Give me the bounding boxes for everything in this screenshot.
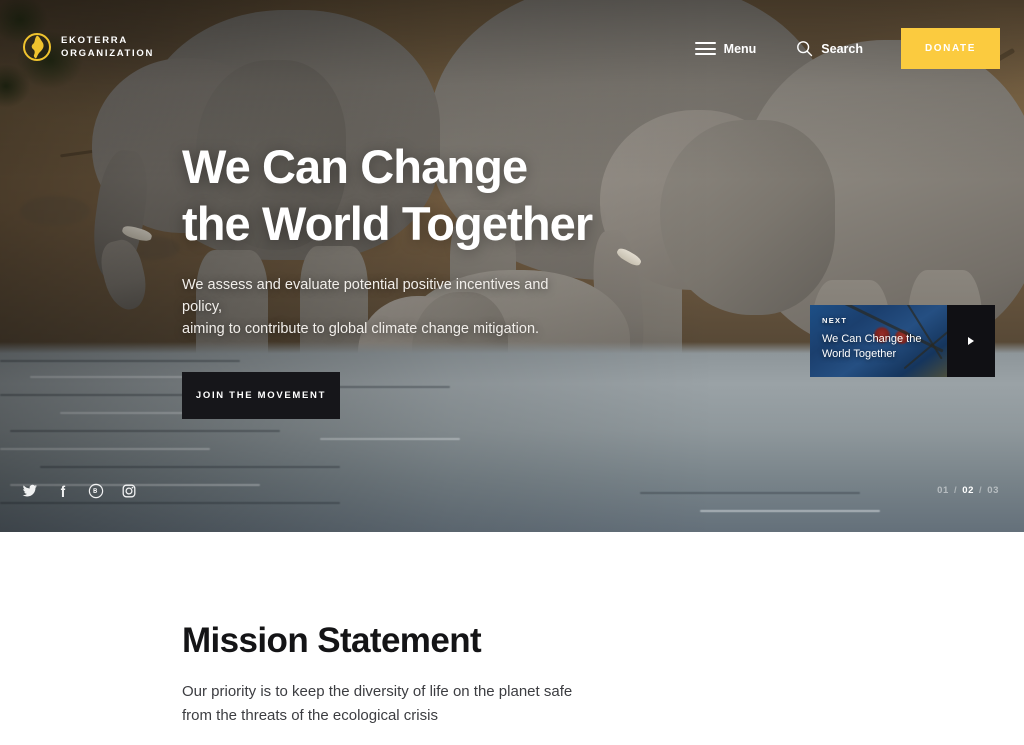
hero-title-line-1: We Can Change bbox=[182, 140, 528, 193]
next-slide-label: Next bbox=[822, 316, 848, 325]
next-slide-thumbnail: Next We Can Change the World Together bbox=[810, 305, 947, 377]
hero-content: We Can Change the World Together We asse… bbox=[182, 138, 742, 419]
social-links bbox=[22, 483, 137, 499]
next-slide-title: We Can Change the World Together bbox=[822, 332, 935, 361]
search-label: Search bbox=[821, 41, 863, 56]
mission-title: Mission Statement bbox=[182, 621, 482, 660]
menu-button[interactable]: Menu bbox=[694, 41, 757, 56]
mission-section: Mission Statement Our priority is to kee… bbox=[182, 620, 572, 728]
instagram-icon[interactable] bbox=[121, 483, 137, 499]
menu-label: Menu bbox=[723, 41, 757, 56]
logo[interactable]: EKOTERRA ORGANIZATION bbox=[22, 32, 154, 62]
hero-title-line-2: the World Together bbox=[182, 197, 593, 250]
next-slide-title-line-2: World Together bbox=[822, 347, 897, 360]
hamburger-icon bbox=[694, 42, 716, 55]
slide-counter: 01 / 02 / 03 bbox=[937, 485, 999, 496]
slide-number-01[interactable]: 01 bbox=[937, 485, 949, 496]
donate-button[interactable]: Donate bbox=[901, 28, 1000, 69]
hero-subtitle-line-1: We assess and evaluate potential positiv… bbox=[182, 277, 549, 315]
hero-subtitle: We assess and evaluate potential positiv… bbox=[182, 274, 577, 340]
facebook-icon[interactable] bbox=[55, 483, 71, 499]
behance-icon[interactable] bbox=[88, 483, 104, 499]
mission-text-line-1: Our priority is to keep the diversity of… bbox=[182, 683, 573, 700]
next-slide-text: Next We Can Change the World Together bbox=[810, 305, 947, 377]
mission-text-line-2: from the threats of the ecological crisi… bbox=[182, 707, 438, 724]
next-slide-title-line-1: We Can Change the bbox=[822, 333, 922, 345]
header-nav: Menu Search Donate bbox=[694, 28, 1024, 69]
logo-line-2: ORGANIZATION bbox=[61, 48, 155, 59]
play-arrow-icon bbox=[968, 337, 974, 345]
slide-number-03[interactable]: 03 bbox=[987, 485, 999, 496]
mission-text: Our priority is to keep the diversity of… bbox=[182, 680, 572, 728]
slide-number-02[interactable]: 02 bbox=[962, 485, 974, 496]
hero-section: EKOTERRA ORGANIZATION Menu Search DONATE… bbox=[0, 0, 1024, 532]
search-icon bbox=[797, 41, 813, 57]
page-root: EKOTERRA ORGANIZATION Menu Search DONATE… bbox=[0, 0, 1024, 745]
logo-text: EKOTERRA ORGANIZATION bbox=[61, 34, 154, 60]
hero-title: We Can Change the World Together bbox=[182, 138, 742, 252]
site-header: EKOTERRA ORGANIZATION Menu Search DONATE bbox=[0, 0, 1024, 100]
join-the-movement-button[interactable]: Join the Movement bbox=[182, 372, 340, 419]
logo-line-1: EKOTERRA bbox=[61, 35, 128, 46]
globe-icon bbox=[23, 33, 51, 61]
search-button[interactable]: Search bbox=[796, 40, 863, 57]
slide-separator-1: / bbox=[953, 485, 958, 496]
twitter-icon[interactable] bbox=[22, 483, 38, 499]
next-slide-button[interactable] bbox=[947, 305, 995, 377]
next-slide-card[interactable]: Next We Can Change the World Together bbox=[810, 305, 995, 377]
slide-separator-2: / bbox=[978, 485, 983, 496]
hero-subtitle-line-2: aiming to contribute to global climate c… bbox=[182, 321, 540, 337]
